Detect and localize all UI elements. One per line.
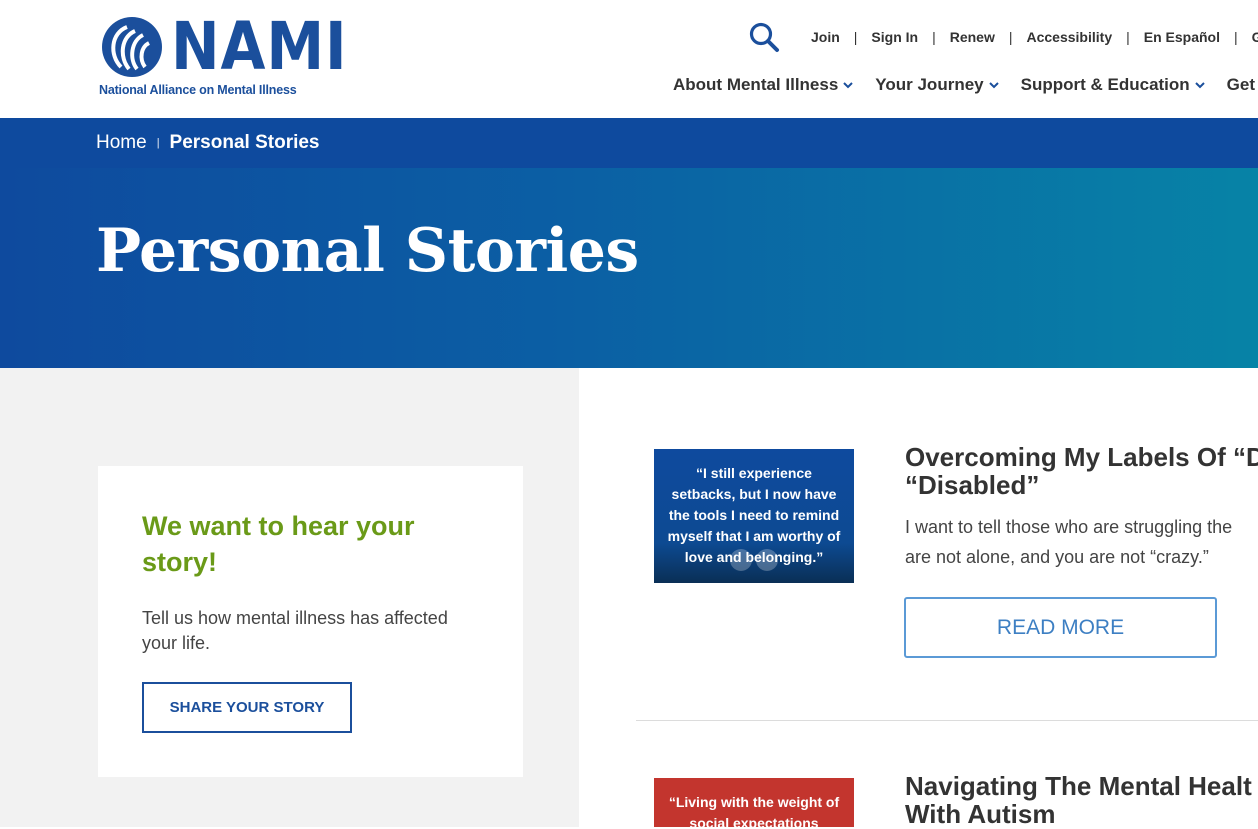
share-story-text: Tell us how mental illness has affected … bbox=[142, 608, 448, 653]
utility-separator: | bbox=[932, 29, 936, 45]
story-excerpt-line: are not alone, and you are not “crazy.” bbox=[905, 547, 1209, 567]
accessibility-link[interactable]: Accessibility bbox=[1027, 29, 1113, 45]
breadcrumb-current: Personal Stories bbox=[169, 132, 320, 153]
nav-support-education[interactable]: Support & Education bbox=[1021, 75, 1205, 95]
nami-logo[interactable]: NAMI National Alliance on Mental Illness bbox=[99, 8, 347, 99]
chevron-down-icon bbox=[1194, 82, 1205, 89]
thumbnail-decoration bbox=[730, 549, 778, 571]
share-your-story-button[interactable]: SHARE YOUR STORY bbox=[142, 682, 352, 733]
story-thumbnail[interactable]: “Living with the weight of social expect… bbox=[654, 778, 854, 827]
page-title: Personal Stories bbox=[96, 216, 639, 286]
get-help-link[interactable]: Ge bbox=[1252, 29, 1258, 45]
utility-separator: | bbox=[1126, 29, 1130, 45]
sidebar: We want to hear your story! Tell us how … bbox=[0, 368, 579, 827]
logo-tagline: National Alliance on Mental Illness bbox=[99, 83, 297, 97]
breadcrumb: Home | Personal Stories bbox=[96, 132, 320, 154]
chevron-down-icon bbox=[843, 82, 854, 89]
breadcrumb-separator: | bbox=[156, 137, 160, 149]
nav-your-journey[interactable]: Your Journey bbox=[875, 75, 999, 95]
nav-label: Your Journey bbox=[875, 75, 984, 94]
breadcrumb-home-link[interactable]: Home bbox=[96, 132, 147, 154]
utility-nav: Join | Sign In | Renew | Accessibility |… bbox=[811, 28, 1258, 46]
story-title[interactable]: Overcoming My Labels Of “D “Disabled” bbox=[905, 443, 1258, 499]
utility-separator: | bbox=[853, 29, 858, 45]
story-title-line: Navigating The Mental Healt bbox=[905, 771, 1252, 801]
hero-banner: Personal Stories bbox=[0, 168, 1258, 368]
logo-wordmark: NAMI bbox=[171, 8, 348, 85]
chevron-down-icon bbox=[988, 82, 999, 89]
renew-link[interactable]: Renew bbox=[950, 29, 995, 45]
story-excerpt: I want to tell those who are struggling … bbox=[905, 512, 1232, 572]
story-title-line: “Disabled” bbox=[905, 470, 1040, 500]
read-more-button[interactable]: READ MORE bbox=[904, 597, 1217, 658]
sign-in-link[interactable]: Sign In bbox=[871, 29, 918, 45]
utility-separator: | bbox=[1233, 29, 1238, 45]
utility-separator: | bbox=[1008, 29, 1013, 45]
story-title-line: With Autism bbox=[905, 799, 1056, 829]
thumbnail-quote: “Living with the weight of social expect… bbox=[668, 794, 840, 827]
nav-label: About Mental Illness bbox=[673, 75, 839, 94]
site-header: NAMI National Alliance on Mental Illness… bbox=[0, 0, 1258, 118]
story-thumbnail[interactable]: “I still experience setbacks, but I now … bbox=[654, 449, 854, 583]
story-title[interactable]: Navigating The Mental Healt With Autism bbox=[905, 772, 1252, 828]
nav-label: Support & Education bbox=[1020, 75, 1190, 94]
search-icon[interactable] bbox=[748, 21, 780, 53]
share-story-heading: We want to hear your story! bbox=[142, 511, 415, 577]
nami-emblem-icon bbox=[102, 17, 162, 77]
story-excerpt-line: I want to tell those who are struggling … bbox=[905, 517, 1233, 537]
nav-about-mental-illness[interactable]: About Mental Illness bbox=[673, 75, 854, 95]
breadcrumb-bar: Home | Personal Stories bbox=[0, 118, 1258, 168]
story-divider bbox=[636, 720, 1258, 721]
espanol-link[interactable]: En Español bbox=[1144, 29, 1220, 45]
nav-label: Get Inv bbox=[1226, 75, 1258, 94]
story-title-line: Overcoming My Labels Of “D bbox=[905, 442, 1258, 472]
main-nav: About Mental Illness Your Journey Suppor… bbox=[673, 75, 1258, 95]
share-story-card: We want to hear your story! Tell us how … bbox=[98, 466, 523, 777]
join-link[interactable]: Join bbox=[811, 29, 840, 45]
nav-get-involved[interactable]: Get Inv bbox=[1227, 75, 1258, 95]
